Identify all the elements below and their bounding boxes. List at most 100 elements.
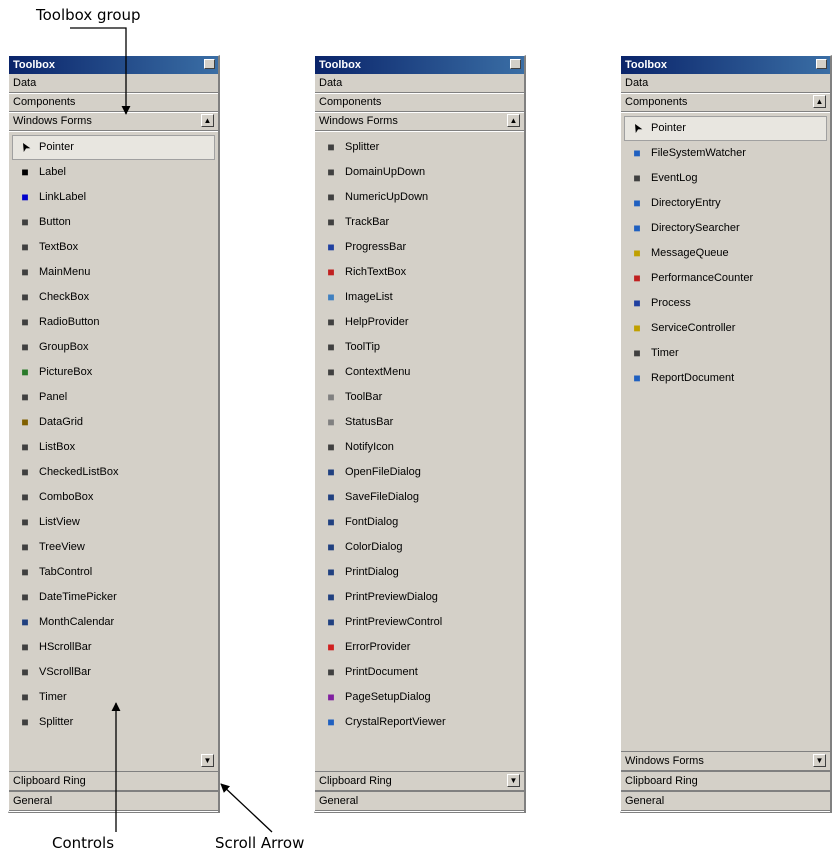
toolbox-item[interactable]: ■ ColorDialog <box>315 535 524 560</box>
toolbox-item[interactable]: ■ PrintDialog <box>315 560 524 585</box>
tab-general[interactable]: General <box>9 791 218 811</box>
toolbox-item[interactable]: ■ ToolBar <box>315 385 524 410</box>
toolbox-item[interactable]: ■ Timer <box>9 685 218 710</box>
tab-components[interactable]: Components <box>315 93 524 112</box>
scroll-arrow-pointer <box>220 783 273 833</box>
toolbox-item[interactable]: ■ RichTextBox <box>315 260 524 285</box>
errorprovider-icon: ■ <box>327 640 335 655</box>
toolbox-item[interactable]: ■ DomainUpDown <box>315 160 524 185</box>
scroll-up-arrow-icon[interactable]: ▲ <box>813 95 826 108</box>
toolbox-item[interactable]: ■ PrintDocument <box>315 660 524 685</box>
toolbox-item[interactable]: ■ OpenFileDialog <box>315 460 524 485</box>
toolbox-item[interactable]: ■ PrintPreviewDialog <box>315 585 524 610</box>
toolbox-item[interactable]: ■ PageSetupDialog <box>315 685 524 710</box>
toolbox-item[interactable]: ■ FileSystemWatcher <box>621 141 830 166</box>
toolbox-item[interactable]: ■ Process <box>621 291 830 316</box>
scroll-down-arrow-icon[interactable]: ▼ <box>813 754 826 767</box>
toolbox-item[interactable]: ■ TrackBar <box>315 210 524 235</box>
toolbox-item[interactable]: ■ PrintPreviewControl <box>315 610 524 635</box>
tab-windows-forms[interactable]: Windows Forms ▲ <box>9 112 218 131</box>
toolbox-item[interactable]: ■ Panel <box>9 385 218 410</box>
toolbox-item-label: EventLog <box>651 172 698 184</box>
toolbox-item[interactable]: ■ Label <box>9 160 218 185</box>
imagelist-icon: ■ <box>327 290 335 305</box>
toolbox-item[interactable]: ■ CheckedListBox <box>9 460 218 485</box>
tab-data[interactable]: Data <box>315 74 524 93</box>
toolbox-item[interactable]: ■ TabControl <box>9 560 218 585</box>
toolbox-item[interactable]: ■ CrystalReportViewer <box>315 710 524 735</box>
scroll-down-arrow-icon[interactable]: ▼ <box>507 774 520 787</box>
toolbox-item[interactable]: ■ ServiceController <box>621 316 830 341</box>
toolbox-item[interactable]: ■ SaveFileDialog <box>315 485 524 510</box>
toolbox-item[interactable]: ■ ListBox <box>9 435 218 460</box>
toolbox-item[interactable]: ■ ComboBox <box>9 485 218 510</box>
toolbox-item[interactable]: ■ EventLog <box>621 166 830 191</box>
scroll-up-arrow-icon[interactable]: ▲ <box>201 114 214 127</box>
toolbox-item[interactable]: ■ ImageList <box>315 285 524 310</box>
toolbox-titlebar[interactable]: Toolbox <box>9 56 218 74</box>
tab-label: Windows Forms <box>319 115 398 127</box>
tab-clipboard-ring[interactable]: Clipboard Ring ▼ <box>9 754 218 791</box>
toolbox-item[interactable]: ■ LinkLabel <box>9 185 218 210</box>
toolbox-item[interactable]: ■ ListView <box>9 510 218 535</box>
toolbox-item[interactable]: ■ MessageQueue <box>621 241 830 266</box>
toolbox-item[interactable]: ■ StatusBar <box>315 410 524 435</box>
toolbox-item-label: TextBox <box>39 241 79 253</box>
toolbox-item-label: Pointer <box>651 122 686 134</box>
toolbox-item[interactable]: ■ ReportDocument <box>621 366 830 391</box>
toolbox-item[interactable]: ➤ Pointer <box>624 116 827 141</box>
tab-clipboard-ring[interactable]: Clipboard Ring <box>621 771 830 791</box>
toolbox-item[interactable]: ■ TreeView <box>9 535 218 560</box>
pin-icon[interactable] <box>204 59 215 69</box>
groupbox-icon: ■ <box>21 340 29 355</box>
toolbox-item[interactable]: ■ DirectoryEntry <box>621 191 830 216</box>
toolbox-item[interactable]: ■ ProgressBar <box>315 235 524 260</box>
tab-data[interactable]: Data <box>621 74 830 93</box>
toolbox-item[interactable]: ■ CheckBox <box>9 285 218 310</box>
toolbox-titlebar[interactable]: Toolbox <box>315 56 524 74</box>
toolbox-item[interactable]: ■ RadioButton <box>9 310 218 335</box>
tab-general[interactable]: General <box>621 791 830 811</box>
toolbox-item[interactable]: ■ MonthCalendar <box>9 610 218 635</box>
savefiledialog-icon: ■ <box>327 490 335 505</box>
toolbox-item[interactable]: ■ DirectorySearcher <box>621 216 830 241</box>
toolbox-panel-1: Toolbox Data Components Windows Forms ▲ … <box>8 55 220 813</box>
toolbox-item-label: HelpProvider <box>345 316 409 328</box>
toolbox-item[interactable]: ■ FontDialog <box>315 510 524 535</box>
toolbox-item[interactable]: ■ DateTimePicker <box>9 585 218 610</box>
richtextbox-icon: ■ <box>327 265 335 280</box>
scroll-down-arrow-icon[interactable]: ▼ <box>201 754 214 767</box>
toolbox-item[interactable]: ■ Splitter <box>9 710 218 735</box>
toolbox-item[interactable]: ■ HelpProvider <box>315 310 524 335</box>
toolbox-item[interactable]: ■ PictureBox <box>9 360 218 385</box>
toolbox-item[interactable]: ■ PerformanceCounter <box>621 266 830 291</box>
toolbox-item[interactable]: ➤ Pointer <box>12 135 215 160</box>
toolbox-item[interactable]: ■ NumericUpDown <box>315 185 524 210</box>
toolbox-item[interactable]: ■ Timer <box>621 341 830 366</box>
tab-components[interactable]: Components ▲ <box>621 93 830 112</box>
tab-clipboard-ring[interactable]: Clipboard Ring ▼ <box>315 771 524 791</box>
toolbox-item[interactable]: ■ ToolTip <box>315 335 524 360</box>
toolbox-item[interactable]: ■ NotifyIcon <box>315 435 524 460</box>
toolbox-item[interactable]: ■ MainMenu <box>9 260 218 285</box>
scroll-up-arrow-icon[interactable]: ▲ <box>507 114 520 127</box>
toolbox-item[interactable]: ■ Splitter <box>315 135 524 160</box>
toolbox-item[interactable]: ■ HScrollBar <box>9 635 218 660</box>
pin-icon[interactable] <box>510 59 521 69</box>
tab-windows-forms[interactable]: Windows Forms ▼ <box>621 751 830 771</box>
tab-data[interactable]: Data <box>9 74 218 93</box>
tab-components[interactable]: Components <box>9 93 218 112</box>
toolbox-item[interactable]: ■ TextBox <box>9 235 218 260</box>
pin-icon[interactable] <box>816 59 827 69</box>
toolbox-titlebar[interactable]: Toolbox <box>621 56 830 74</box>
messagequeue-icon: ■ <box>633 246 641 261</box>
tab-label: Clipboard Ring <box>319 775 392 787</box>
toolbox-item[interactable]: ■ Button <box>9 210 218 235</box>
tab-general[interactable]: General <box>315 791 524 811</box>
toolbox-item[interactable]: ■ ErrorProvider <box>315 635 524 660</box>
toolbox-item[interactable]: ■ GroupBox <box>9 335 218 360</box>
toolbox-item[interactable]: ■ ContextMenu <box>315 360 524 385</box>
tab-windows-forms[interactable]: Windows Forms ▲ <box>315 112 524 131</box>
toolbox-item[interactable]: ■ VScrollBar <box>9 660 218 685</box>
toolbox-item[interactable]: ■ DataGrid <box>9 410 218 435</box>
